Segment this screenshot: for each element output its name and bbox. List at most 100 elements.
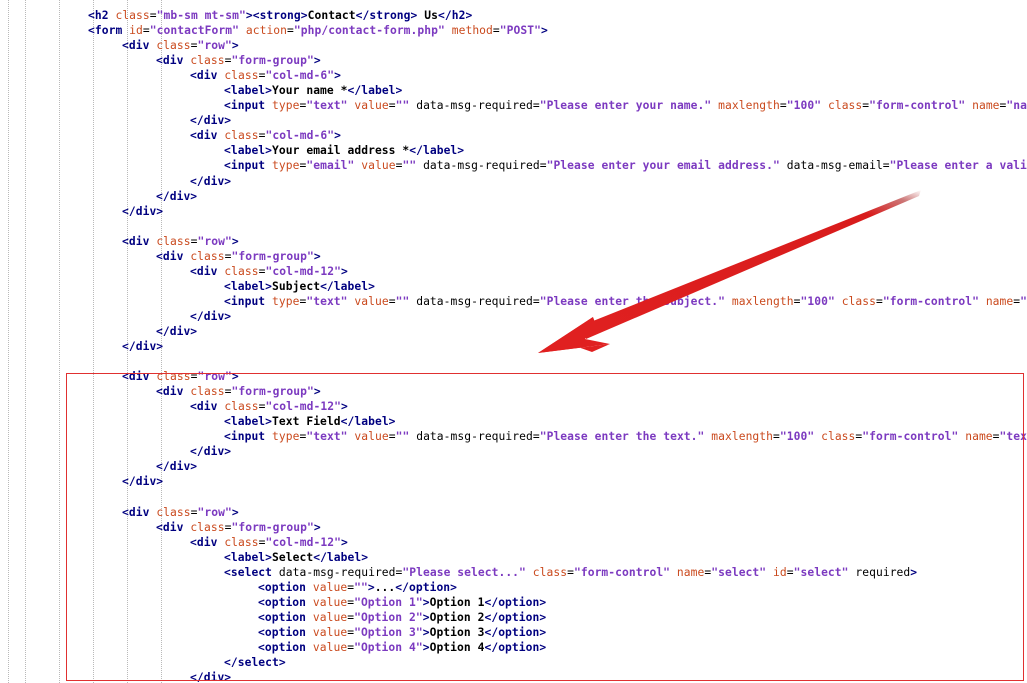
- code-line: <div class="form-group">: [0, 520, 1027, 535]
- code-token-tag: </div>: [190, 445, 232, 459]
- code-token-eq: =: [258, 129, 266, 143]
- code-token-tag: >: [910, 565, 918, 579]
- code-token-tag: <option: [258, 580, 313, 594]
- code-token-attr: maxlength: [731, 294, 794, 308]
- code-token-val: "Please select...": [402, 565, 526, 579]
- code-token-val: "form-group": [231, 520, 314, 534]
- code-token-eq: =: [258, 535, 266, 549]
- code-token-tag: <div: [190, 69, 225, 83]
- code-token-tag: </option>: [484, 640, 547, 654]
- code-token-val: "select": [711, 565, 767, 579]
- code-token-val: "Please enter a valid ema: [889, 159, 1027, 173]
- code-token-tag: <div: [190, 129, 225, 143]
- code-token-val: "Option 1": [354, 595, 423, 609]
- code-token-val: "form-group": [231, 54, 314, 68]
- code-content[interactable]: <h2 class="mb-sm mt-sm"><strong>Contact<…: [0, 8, 1027, 683]
- code-token-tag: >: [313, 520, 321, 534]
- code-token-attr: maxlength: [711, 430, 774, 444]
- code-token-eq: =: [793, 294, 801, 308]
- code-line: </div>: [0, 339, 1027, 354]
- code-token-attr: type: [272, 294, 300, 308]
- code-token-tag: >: [231, 505, 239, 519]
- code-token-attr: class: [156, 370, 191, 384]
- code-line: </div>: [0, 309, 1027, 324]
- code-token-val: "text": [306, 430, 348, 444]
- code-token-tag: <label>: [224, 84, 273, 98]
- code-token-attr: class: [224, 400, 259, 414]
- code-token-tag: <form: [88, 24, 130, 38]
- code-token-dmsg: data-msg-required=: [278, 565, 403, 579]
- code-token-val: "col-md-6": [265, 129, 335, 143]
- code-token-eq: =: [224, 54, 232, 68]
- code-token-tag: <label>: [224, 279, 273, 293]
- code-token-tag: >: [422, 640, 430, 654]
- code-token-tag: >: [231, 234, 239, 248]
- code-token-val: "text": [306, 294, 348, 308]
- code-token-eq: =: [388, 99, 396, 113]
- code-line: <div class="col-md-6">: [0, 128, 1027, 143]
- code-token-dmsg: data-msg-required=: [423, 159, 547, 173]
- code-token-val: "mb-sm mt-sm": [156, 9, 246, 22]
- code-token-attr: class: [224, 129, 259, 143]
- code-token-attr: class: [190, 385, 225, 399]
- code-token-attr: action: [245, 24, 288, 38]
- code-editor-surface[interactable]: <h2 class="mb-sm mt-sm"><strong>Contact<…: [0, 0, 1027, 683]
- code-token-tag: >: [313, 54, 321, 68]
- code-token-val: "col-md-6": [265, 69, 335, 83]
- code-line: <div class="col-md-12">: [0, 535, 1027, 550]
- code-token-txt: Subject: [272, 279, 321, 293]
- code-token-val: "Please enter the text.": [539, 430, 705, 444]
- code-token-attr: name: [676, 565, 705, 579]
- code-token-tag: </div>: [122, 204, 164, 218]
- code-line: <div class="row">: [0, 234, 1027, 249]
- code-token-tag: </div>: [156, 189, 198, 203]
- code-token-tag: >: [231, 370, 239, 384]
- code-token-tag: <div: [156, 54, 191, 68]
- code-token-tag: >: [422, 595, 430, 609]
- code-token-tag: </option>: [484, 595, 547, 609]
- code-token-eq: =: [876, 294, 883, 308]
- code-token-val: "100": [786, 99, 822, 113]
- code-line: </div>: [0, 174, 1027, 189]
- code-token-tag: <div: [190, 264, 225, 278]
- code-line: </div>: [0, 189, 1027, 204]
- code-token-val: "email": [306, 159, 355, 173]
- code-token-val: "100": [779, 430, 815, 444]
- code-token-tag: <div: [156, 249, 191, 263]
- code-line: <input type="text" value="" data-msg-req…: [0, 429, 1027, 444]
- code-token-eq: =: [190, 234, 198, 248]
- code-token-eq: =: [224, 520, 232, 534]
- code-token-txt: Your name *: [272, 84, 348, 98]
- code-line: <label>Your email address *</label>: [0, 143, 1027, 158]
- code-token-eq: =: [190, 505, 198, 519]
- code-token-txt: Option 4: [429, 640, 485, 654]
- code-token-val: "subje: [1020, 294, 1027, 308]
- code-line: <div class="col-md-6">: [0, 68, 1027, 83]
- code-token-attr: value: [361, 159, 396, 173]
- code-token-tag: >: [340, 400, 348, 414]
- code-line: <option value="">...</option>: [0, 580, 1027, 595]
- code-token-tag: </div>: [190, 671, 232, 683]
- code-token-val: "name": [1006, 99, 1027, 113]
- code-token-val: "": [354, 580, 368, 594]
- code-token-tag: <div: [122, 234, 157, 248]
- code-token-eq: =: [258, 400, 266, 414]
- code-token-val: "col-md-12": [265, 400, 341, 414]
- code-line: <label>Subject</label>: [0, 279, 1027, 294]
- code-token-tag: <input: [224, 159, 273, 173]
- code-token-tag: </label>: [340, 415, 396, 429]
- code-token-val: "row": [197, 505, 232, 519]
- code-line: </div>: [0, 324, 1027, 339]
- code-token-eq: =: [779, 99, 787, 113]
- code-token-tag: </div>: [122, 340, 164, 354]
- code-token-attr: name: [972, 99, 1000, 113]
- code-token-attr: class: [115, 9, 150, 22]
- code-token-val: "row": [197, 234, 232, 248]
- code-line: <div class="col-md-12">: [0, 399, 1027, 414]
- code-line: <input type="text" value="" data-msg-req…: [0, 294, 1027, 309]
- code-token-val: "text": [999, 430, 1027, 444]
